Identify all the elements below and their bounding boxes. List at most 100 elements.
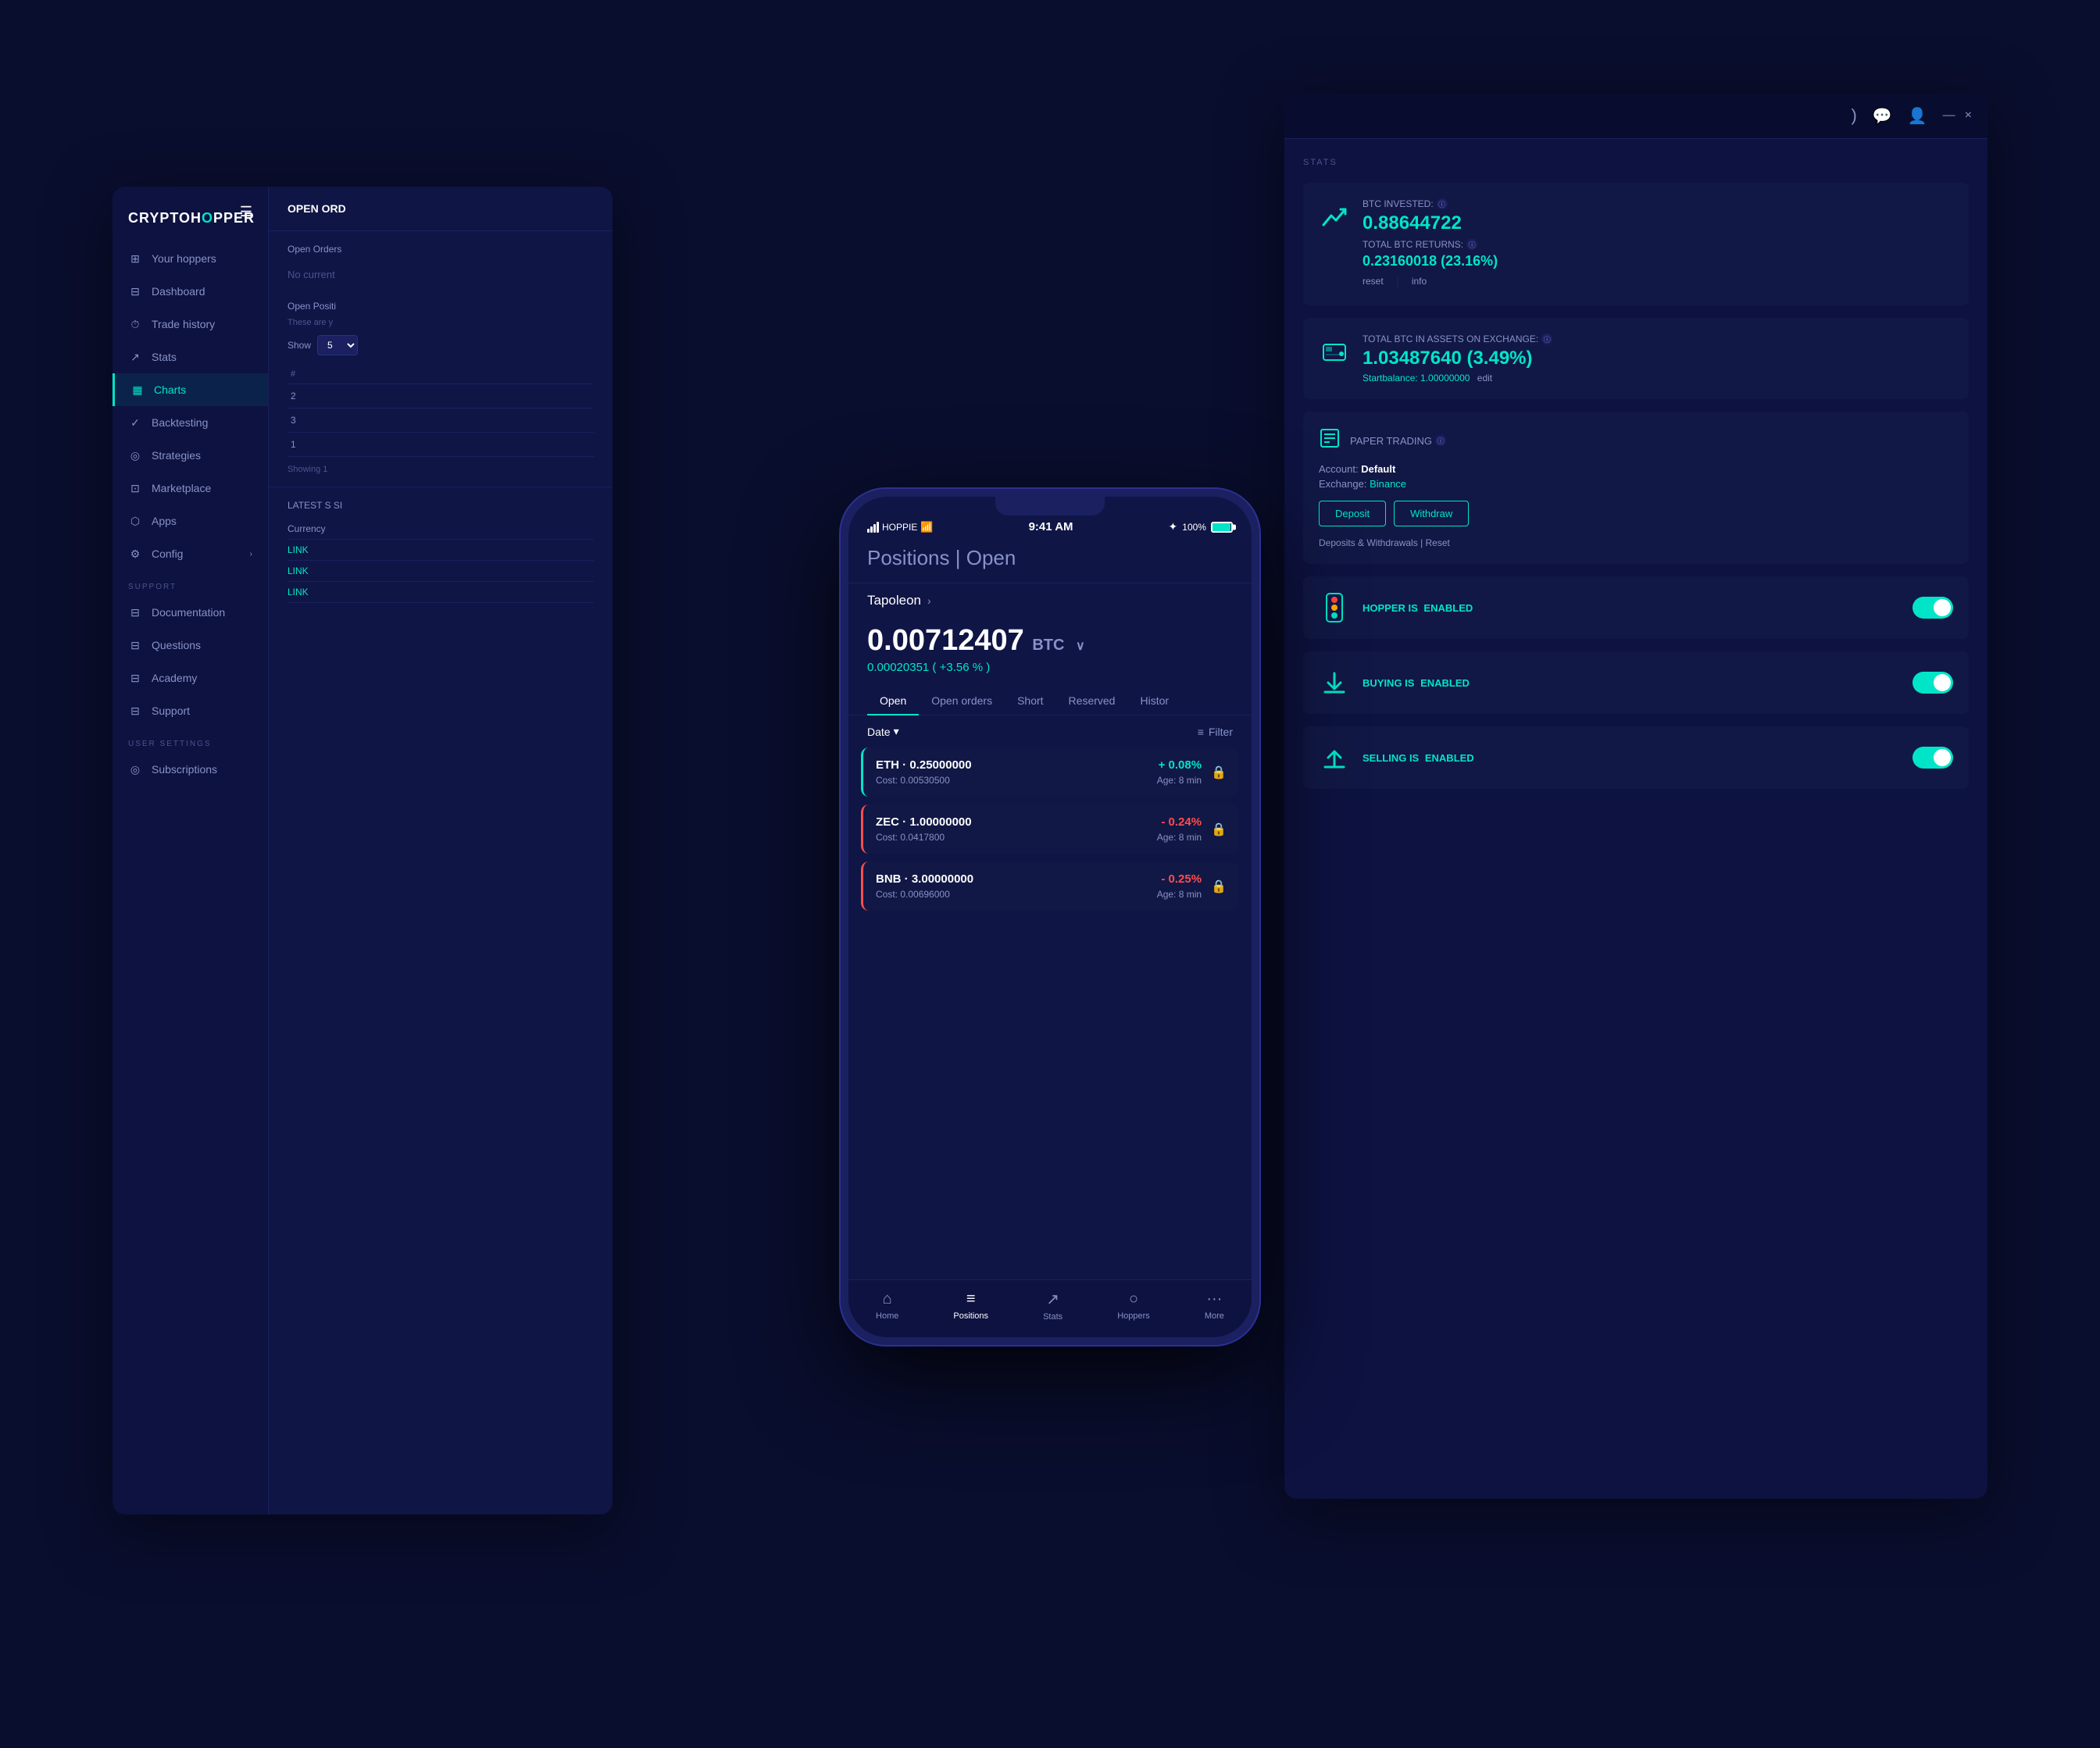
total-btc-returns-label: TOTAL BTC RETURNS: ⓘ: [1362, 239, 1953, 250]
sidebar-item-marketplace[interactable]: ⊡ Marketplace: [112, 472, 268, 505]
signal-link-3[interactable]: LINK: [288, 587, 309, 598]
paper-trading-label: PAPER TRADING ⓘ: [1350, 435, 1446, 447]
withdraw-button[interactable]: Withdraw: [1394, 501, 1469, 526]
position-item-eth[interactable]: ETH · 0.25000000 Cost: 0.00530500 + 0.08…: [861, 747, 1239, 797]
phone-filter-row: Date ▾ ≡ Filter: [848, 715, 1252, 747]
stats-panel-title: STATS: [1303, 158, 1969, 167]
date-dropdown-icon: ▾: [894, 725, 899, 738]
nav-item-hoppers[interactable]: ○ Hoppers: [1117, 1290, 1150, 1321]
no-current-text: No current: [288, 261, 594, 288]
tab-open[interactable]: Open: [867, 687, 919, 715]
sidebar-item-backtesting[interactable]: ✓ Backtesting: [112, 406, 268, 439]
nav-item-more[interactable]: ··· More: [1205, 1290, 1224, 1321]
table-note: These are y: [288, 318, 594, 327]
stats-action-links: reset | info: [1362, 276, 1953, 290]
lock-icon-eth: 🔒: [1211, 765, 1227, 780]
link-divider: |: [1396, 276, 1399, 290]
selling-upload-icon: [1319, 742, 1350, 773]
reset-link[interactable]: reset: [1362, 276, 1384, 290]
btc-assets-label: TOTAL BTC IN ASSETS ON EXCHANGE: ⓘ: [1362, 334, 1953, 344]
show-select[interactable]: 5 10 25: [317, 335, 358, 355]
sidebar-item-charts[interactable]: ▦ Charts: [112, 373, 268, 406]
currency-label: Currency: [288, 523, 326, 534]
btc-invested-value: 0.88644722: [1362, 212, 1953, 234]
sidebar-item-documentation[interactable]: ⊟ Documentation: [112, 596, 268, 629]
tab-open-orders[interactable]: Open orders: [919, 687, 1005, 715]
main-content-area: OPEN ORD Open Orders No current Open Pos…: [269, 187, 612, 1514]
date-filter[interactable]: Date ▾: [867, 725, 899, 738]
sidebar-item-dashboard[interactable]: ⊟ Dashboard: [112, 275, 268, 308]
balance-dropdown-icon[interactable]: ∨: [1076, 640, 1085, 653]
nav-item-home[interactable]: ⌂ Home: [876, 1290, 898, 1321]
stats-nav-icon: ↗: [1046, 1290, 1059, 1309]
signal-link-2[interactable]: LINK: [288, 565, 309, 576]
signal-link-1[interactable]: LINK: [288, 544, 309, 555]
btc-invested-info-icon[interactable]: ⓘ: [1437, 198, 1448, 209]
phone-app-header: Positions | Open: [848, 540, 1252, 583]
sidebar-item-academy[interactable]: ⊟ Academy: [112, 662, 268, 694]
phone-carrier: HOPPIE 📶: [867, 521, 934, 533]
tab-history[interactable]: Histor: [1127, 687, 1181, 715]
selling-toggle-switch[interactable]: [1912, 747, 1953, 769]
sidebar-item-stats[interactable]: ↗ Stats: [112, 341, 268, 373]
position-item-zec[interactable]: ZEC · 1.00000000 Cost: 0.0417800 - 0.24%…: [861, 804, 1239, 854]
sidebar-label-questions: Questions: [152, 639, 201, 651]
tab-short[interactable]: Short: [1005, 687, 1055, 715]
home-icon: ⌂: [883, 1290, 892, 1308]
nav-label-hoppers: Hoppers: [1117, 1311, 1150, 1321]
nav-item-positions[interactable]: ≡ Positions: [953, 1290, 988, 1321]
close-button[interactable]: ×: [1965, 109, 1972, 123]
balance-change: 0.00020351 ( +3.56 % ): [867, 661, 1233, 674]
paper-footer-links: Deposits & Withdrawals | Reset: [1319, 537, 1953, 548]
position-stats-eth: + 0.08% Age: 8 min: [1157, 758, 1202, 786]
user-settings-section-label: USER SETTINGS: [112, 727, 268, 753]
sidebar-label-config: Config: [152, 548, 183, 560]
minimize-button[interactable]: —: [1943, 109, 1955, 123]
sidebar-item-questions[interactable]: ⊟ Questions: [112, 629, 268, 662]
phone-outer-shell: HOPPIE 📶 9:41 AM ✦ 100%: [839, 487, 1261, 1347]
more-icon: ···: [1206, 1290, 1222, 1308]
sidebar-label-documentation: Documentation: [152, 606, 225, 619]
paper-trading-header: PAPER TRADING ⓘ: [1319, 427, 1953, 454]
chat-icon[interactable]: 💬: [1873, 106, 1892, 126]
lock-icon-bnb: 🔒: [1211, 879, 1227, 894]
questions-icon: ⊟: [128, 638, 142, 652]
sidebar-item-subscriptions[interactable]: ◎ Subscriptions: [112, 753, 268, 786]
signal-link-row-1: LINK: [288, 540, 594, 561]
sidebar-item-trade-history[interactable]: ⏱ Trade history: [112, 308, 268, 341]
edit-link[interactable]: edit: [1477, 373, 1492, 383]
exchange-name: Binance: [1370, 478, 1406, 490]
filter-button[interactable]: ≡ Filter: [1198, 726, 1233, 738]
deposit-button[interactable]: Deposit: [1319, 501, 1386, 526]
marketplace-icon: ⊡: [128, 481, 142, 495]
reset-paper-link[interactable]: Reset: [1426, 537, 1450, 548]
total-btc-returns-value: 0.23160018 (23.16%): [1362, 253, 1953, 269]
phone-time: 9:41 AM: [1029, 520, 1073, 533]
paper-trading-info-icon[interactable]: ⓘ: [1435, 435, 1446, 446]
total-returns-info-icon[interactable]: ⓘ: [1466, 239, 1477, 250]
sidebar-item-config[interactable]: ⚙ Config ›: [112, 537, 268, 570]
tab-reserved[interactable]: Reserved: [1056, 687, 1128, 715]
hamburger-icon[interactable]: ☰: [240, 204, 252, 220]
nav-item-stats[interactable]: ↗ Stats: [1043, 1290, 1062, 1322]
user-profile-icon[interactable]: 👤: [1908, 106, 1927, 126]
phone-hopper-selector[interactable]: Tapoleon ›: [848, 583, 1252, 618]
table-cell-val: [486, 433, 594, 457]
btc-assets-info-icon[interactable]: ⓘ: [1541, 334, 1552, 344]
phone-bottom-nav: ⌂ Home ≡ Positions ↗ Stats ○: [848, 1279, 1252, 1337]
buying-toggle-switch[interactable]: [1912, 672, 1953, 694]
sidebar-item-your-hoppers[interactable]: ⊞ Your hoppers: [112, 242, 268, 275]
crescent-moon-icon[interactable]: ): [1852, 105, 1857, 126]
info-link[interactable]: info: [1412, 276, 1427, 290]
deposits-withdrawals-link[interactable]: Deposits & Withdrawals: [1319, 537, 1418, 548]
sidebar-item-support[interactable]: ⊟ Support: [112, 694, 268, 727]
position-item-bnb[interactable]: BNB · 3.00000000 Cost: 0.00696000 - 0.25…: [861, 862, 1239, 911]
position-pct-bnb: - 0.25%: [1157, 872, 1202, 886]
sidebar-item-strategies[interactable]: ◎ Strategies: [112, 439, 268, 472]
hopper-toggle-switch[interactable]: [1912, 597, 1953, 619]
table-cell-val: [486, 408, 594, 433]
sidebar-item-apps[interactable]: ⬡ Apps: [112, 505, 268, 537]
show-row: Show 5 10 25: [288, 335, 594, 355]
btc-invested-data: BTC INVESTED: ⓘ 0.88644722 TOTAL BTC RET…: [1362, 198, 1953, 290]
wifi-icon: 📶: [920, 521, 933, 533]
